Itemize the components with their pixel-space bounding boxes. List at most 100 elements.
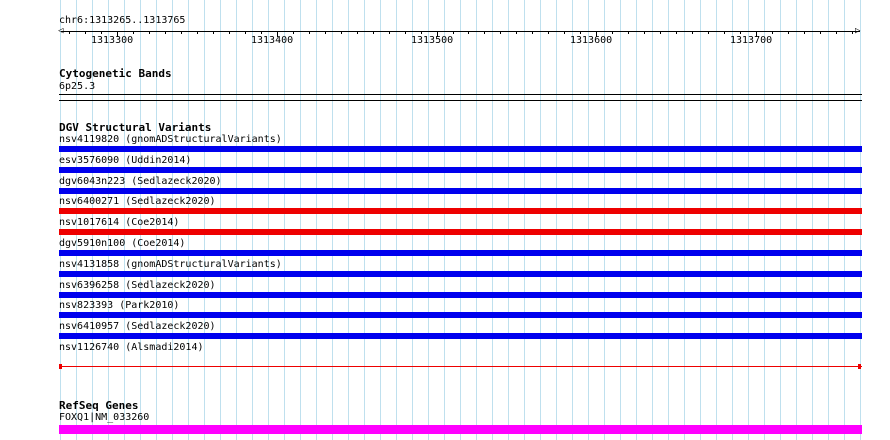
ruler-tick-label: 1313500 [411, 35, 454, 46]
ruler-minor-tick [149, 31, 150, 34]
ruler-minor-tick [628, 31, 629, 34]
ruler-tick-label: 1313700 [730, 35, 773, 46]
grid-line [812, 0, 813, 440]
cytoband-bar-bottom [59, 100, 862, 101]
ruler-minor-tick [804, 31, 805, 34]
scroll-right-arrow-icon[interactable]: ▷ [855, 27, 860, 36]
grid-line [732, 0, 733, 440]
ruler-minor-tick [724, 31, 725, 34]
refseq-gene-bar[interactable] [59, 425, 862, 434]
ruler-minor-tick [740, 31, 741, 34]
ruler-minor-tick [692, 31, 693, 34]
grid-line [236, 0, 237, 440]
dgv-feature-bar-gain[interactable] [59, 271, 862, 277]
ruler-minor-tick [421, 31, 422, 34]
ruler-minor-tick [532, 31, 533, 34]
refseq-track-title: RefSeq Genes [59, 399, 139, 412]
grid-line [860, 0, 861, 440]
dgv-feature-end-cap [59, 364, 62, 369]
ruler-minor-tick [245, 31, 246, 34]
dgv-feature-bar-gain[interactable] [59, 146, 862, 152]
dgv-feature-label: nsv6400271 (Sedlazeck2020) [59, 196, 216, 207]
ruler-minor-tick [676, 31, 677, 34]
grid-line [348, 0, 349, 440]
grid-line [844, 0, 845, 440]
ruler-minor-tick [564, 31, 565, 34]
grid-line [220, 0, 221, 440]
dgv-feature-bar-thin[interactable] [59, 366, 862, 367]
ruler-minor-tick [373, 31, 374, 34]
dgv-feature-bar-gain[interactable] [59, 167, 862, 173]
dgv-feature-label: dgv5910n100 (Coe2014) [59, 238, 186, 249]
genome-browser-view: chr6:1313265..1313765 ◁ ▷ 13133001313400… [0, 0, 890, 440]
cytobands-track-title: Cytogenetic Bands [59, 67, 172, 80]
grid-line [204, 0, 205, 440]
dgv-feature-label: nsv4131858 (gnomADStructuralVariants) [59, 259, 282, 270]
dgv-feature-bar-loss[interactable] [59, 229, 862, 235]
ruler-minor-tick [213, 31, 214, 34]
ruler-minor-tick [197, 31, 198, 34]
grid-line [700, 0, 701, 440]
dgv-feature-bar-gain[interactable] [59, 188, 862, 194]
dgv-feature-label: nsv4119820 (gnomADStructuralVariants) [59, 134, 282, 145]
ruler-minor-tick [516, 31, 517, 34]
dgv-feature-end-cap [858, 364, 861, 369]
grid-line [652, 0, 653, 440]
ruler-minor-tick [133, 31, 134, 34]
ruler-minor-tick [165, 31, 166, 34]
grid-line [684, 0, 685, 440]
grid-line [636, 0, 637, 440]
ruler-minor-tick [405, 31, 406, 34]
ruler-minor-tick [660, 31, 661, 34]
dgv-feature-label: nsv6396258 (Sedlazeck2020) [59, 280, 216, 291]
ruler-minor-tick [580, 31, 581, 34]
grid-line [364, 0, 365, 440]
grid-line [748, 0, 749, 440]
dgv-feature-bar-gain[interactable] [59, 292, 862, 298]
dgv-feature-bar-gain[interactable] [59, 333, 862, 339]
ruler-minor-tick [357, 31, 358, 34]
grid-line [828, 0, 829, 440]
grid-line [588, 0, 589, 440]
ruler-minor-tick [484, 31, 485, 34]
grid-line [620, 0, 621, 440]
dgv-feature-label: dgv6043n223 (Sedlazeck2020) [59, 176, 222, 187]
ruler-minor-tick [548, 31, 549, 34]
grid-line [300, 0, 301, 440]
grid-line [412, 0, 413, 440]
dgv-feature-bar-gain[interactable] [59, 250, 862, 256]
grid-line [332, 0, 333, 440]
ruler-tick-label: 1313300 [91, 35, 134, 46]
ruler-minor-tick [500, 31, 501, 34]
ruler-minor-tick [788, 31, 789, 34]
dgv-feature-label: esv3576090 (Uddin2014) [59, 155, 192, 166]
grid-line [572, 0, 573, 440]
ruler-minor-tick [341, 31, 342, 34]
cytoband-label: 6p25.3 [59, 81, 96, 92]
ruler-minor-tick [772, 31, 773, 34]
ruler-minor-tick [612, 31, 613, 34]
ruler-minor-tick [69, 31, 70, 34]
grid-line [556, 0, 557, 440]
ruler-minor-tick [181, 31, 182, 34]
ruler-tick-label: 1313400 [251, 35, 294, 46]
grid-line [396, 0, 397, 440]
grid-line [252, 0, 253, 440]
grid-line [268, 0, 269, 440]
ruler-minor-tick [85, 31, 86, 34]
dgv-feature-label: nsv6410957 (Sedlazeck2020) [59, 321, 216, 332]
grid-line [444, 0, 445, 440]
dgv-feature-bar-gain[interactable] [59, 312, 862, 318]
grid-line [460, 0, 461, 440]
ruler-minor-tick [820, 31, 821, 34]
cytoband-bar-top[interactable] [59, 94, 862, 95]
dgv-feature-bar-loss[interactable] [59, 208, 862, 214]
grid-line [540, 0, 541, 440]
ruler-minor-tick [389, 31, 390, 34]
dgv-feature-label: nsv823393 (Park2010) [59, 300, 180, 311]
ruler-minor-tick [261, 31, 262, 34]
ruler-tick-label: 1313600 [570, 35, 613, 46]
grid-line [764, 0, 765, 440]
grid-line [428, 0, 429, 440]
grid-line [284, 0, 285, 440]
